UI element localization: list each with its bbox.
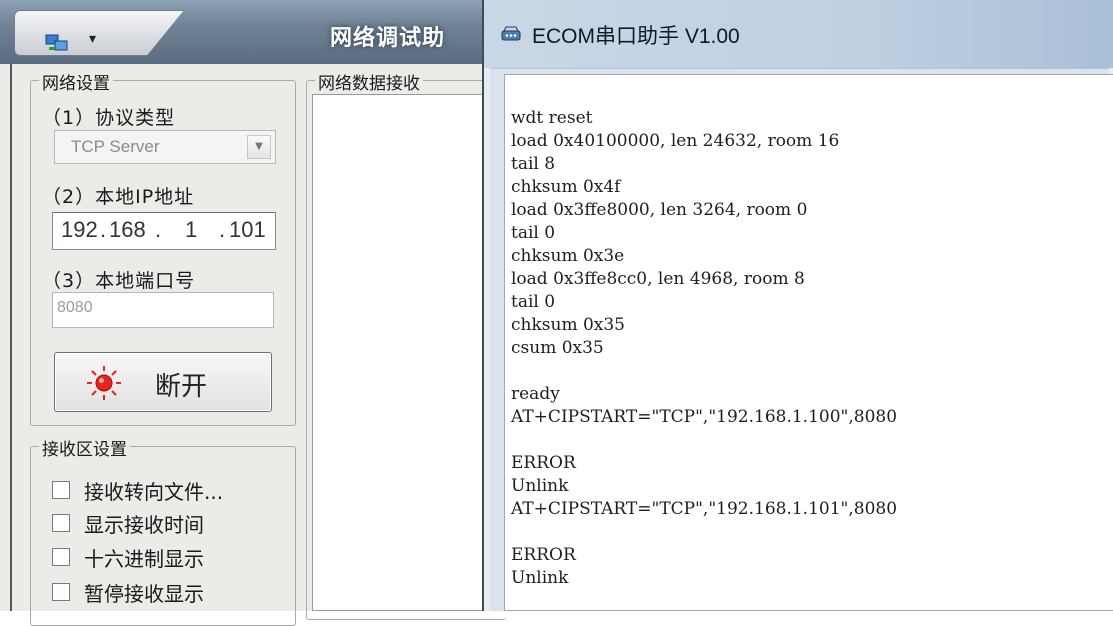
disconnect-label: 断开 <box>155 372 208 402</box>
ip-octet[interactable]: 1 <box>185 217 197 243</box>
ip-octet[interactable]: 192 <box>61 217 98 243</box>
checkbox[interactable] <box>52 481 70 499</box>
net-window-title: 网络调试助 <box>330 26 446 51</box>
log-line: chksum 0x35 <box>511 315 626 335</box>
ecom-titlebar: ECOM串口助手 V1.00 <box>484 0 1113 68</box>
data-receive-textarea[interactable] <box>312 94 500 611</box>
checkbox[interactable] <box>52 548 70 566</box>
ecom-window-title: ECOM串口助手 V1.00 <box>532 25 740 48</box>
ip-octet[interactable]: 168 <box>109 217 146 243</box>
log-line: load 0x40100000, len 24632, room 16 <box>511 131 840 151</box>
disconnect-button[interactable]: 断开 <box>54 352 272 412</box>
log-line: tail 0 <box>511 292 556 312</box>
network-app-icon <box>45 34 68 51</box>
log-line: ready <box>511 384 560 404</box>
protocol-type-label: （1）协议类型 <box>42 107 176 129</box>
receive-settings-title: 接收区设置 <box>39 435 130 460</box>
serial-log: wdt reset load 0x40100000, len 24632, roo… <box>511 107 1113 590</box>
data-receive-title: 网络数据接收 <box>315 69 423 94</box>
checkbox-label: 暂停接收显示 <box>84 582 204 606</box>
checkbox[interactable] <box>52 583 70 601</box>
protocol-type-select[interactable]: TCP Server ▼ <box>54 130 276 164</box>
chevron-down-icon: ▾ <box>89 31 97 47</box>
log-line: Unlink <box>511 476 569 496</box>
network-settings-title: 网络设置 <box>39 69 113 94</box>
log-line: ERROR <box>511 453 576 473</box>
checkbox-label: 显示接收时间 <box>84 513 204 537</box>
network-debug-window: ▾ 网络调试助 网络设置 （1）协议类型 TCP Server ▼ （2）本地I… <box>0 0 506 626</box>
log-line: chksum 0x4f <box>511 177 621 197</box>
checkbox-label: 接收转向文件... <box>84 480 224 504</box>
ip-dot: . <box>219 217 226 242</box>
local-port-value: 8080 <box>57 299 93 316</box>
serial-port-icon <box>501 26 521 41</box>
chevron-down-icon[interactable]: ▼ <box>247 135 271 159</box>
checkbox[interactable] <box>52 514 70 532</box>
checkbox-label: 十六进制显示 <box>84 547 204 571</box>
log-line: AT+CIPSTART="TCP","192.168.1.100",8080 <box>511 407 898 427</box>
local-port-label: （3）本地端口号 <box>42 270 196 292</box>
protocol-type-value: TCP Server <box>71 137 160 156</box>
red-led-icon <box>87 366 121 400</box>
log-line: load 0x3ffe8cc0, len 4968, room 8 <box>511 269 805 289</box>
log-line: tail 8 <box>511 154 556 174</box>
local-ip-input[interactable]: 192 . 168 . 1 . 101 <box>52 212 276 250</box>
ip-dot: . <box>155 217 162 242</box>
log-line: Unlink <box>511 568 569 588</box>
ip-octet[interactable]: 101 <box>229 217 266 243</box>
log-line: tail 0 <box>511 223 556 243</box>
log-line: chksum 0x3e <box>511 246 625 266</box>
serial-receive-textarea[interactable]: wdt reset load 0x40100000, len 24632, roo… <box>504 74 1113 611</box>
ip-dot: . <box>100 217 107 242</box>
local-ip-label: （2）本地IP地址 <box>42 186 195 208</box>
log-line: ERROR <box>511 545 576 565</box>
log-line: AT+CIPSTART="TCP","192.168.1.101",8080 <box>511 499 898 519</box>
log-line: csum 0x35 <box>511 338 604 358</box>
log-line: load 0x3ffe8000, len 3264, room 0 <box>511 200 808 220</box>
ecom-serial-window: ECOM串口助手 V1.00 wdt reset load 0x40100000,… <box>482 0 1113 611</box>
net-app-menu-button[interactable]: ▾ <box>14 10 184 56</box>
local-port-input[interactable]: 8080 <box>52 292 274 328</box>
log-line: wdt reset <box>511 108 593 128</box>
net-titlebar: ▾ 网络调试助 <box>0 0 500 64</box>
